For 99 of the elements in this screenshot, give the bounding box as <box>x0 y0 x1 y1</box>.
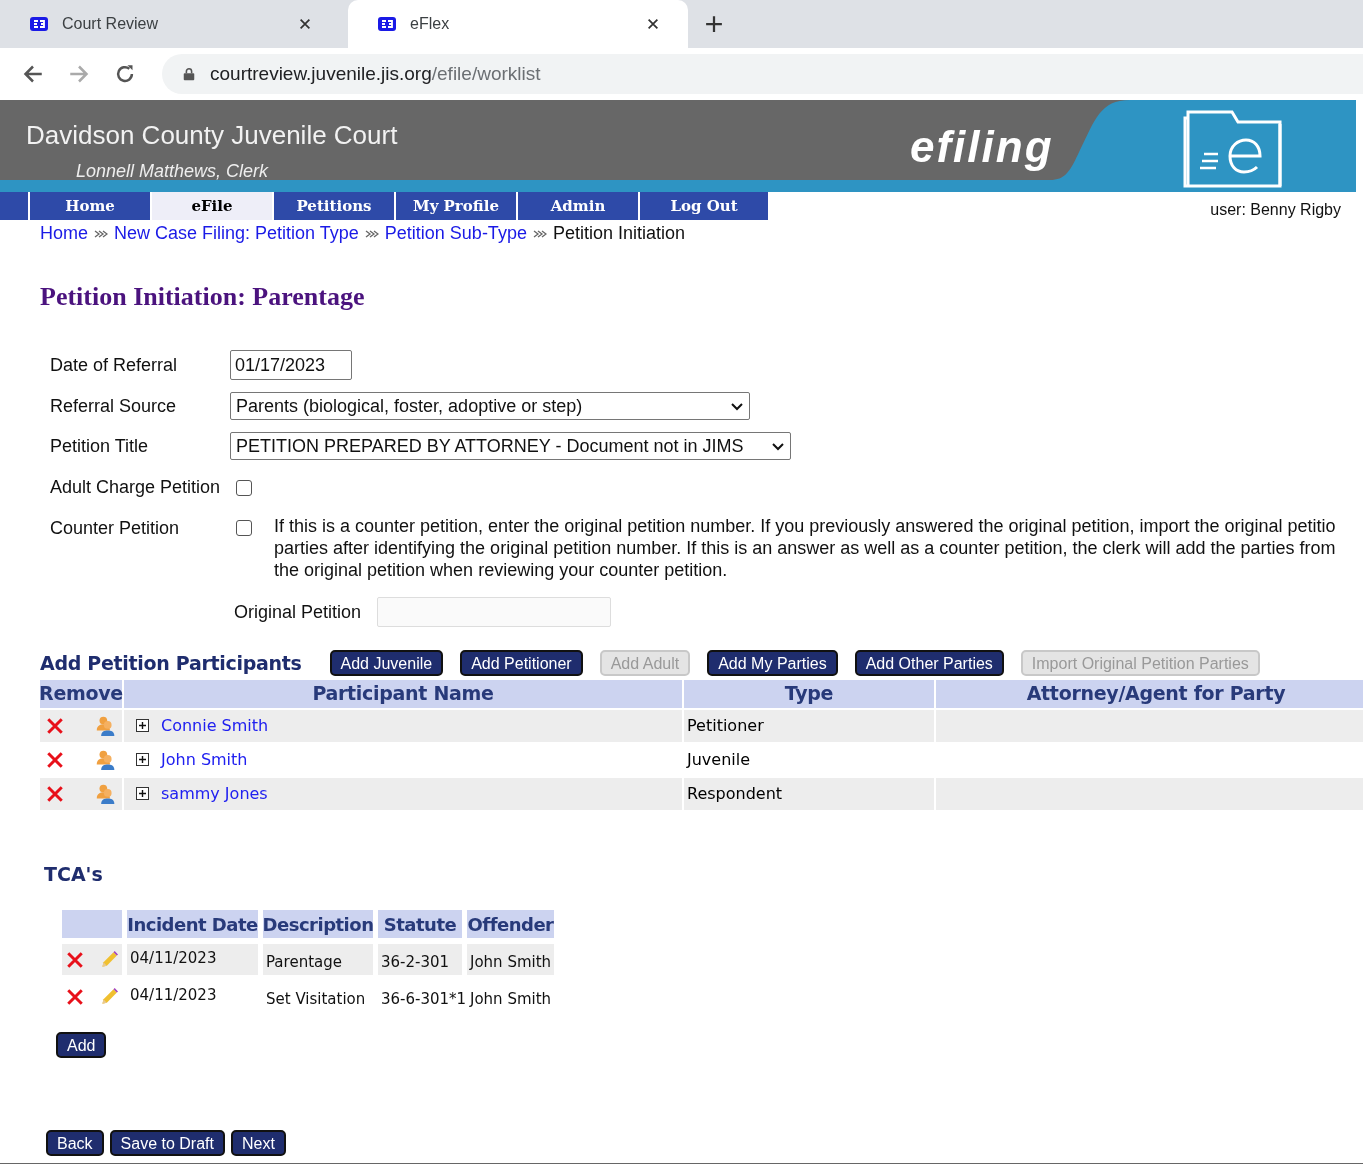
pencil-icon <box>99 987 118 1006</box>
field-label: Original Petition <box>234 600 362 624</box>
breadcrumb-current: Petition Initiation <box>552 222 685 245</box>
table-cell-text: Set Visitation <box>266 989 366 1011</box>
address-bar[interactable]: courtreview.juvenile.jis.org/efile/worklist <box>162 54 1363 94</box>
remove-button[interactable] <box>46 716 64 735</box>
people-icon <box>94 748 116 771</box>
close-icon <box>646 17 660 31</box>
date-field[interactable]: 01/17/2023 <box>230 350 352 380</box>
delete-icon <box>46 750 64 769</box>
breadcrumb-link[interactable]: Home <box>40 220 88 247</box>
party-button[interactable] <box>94 748 116 771</box>
column-header: Remove <box>40 679 122 708</box>
checkbox[interactable] <box>236 479 252 496</box>
delete-icon <box>46 716 64 735</box>
action-button[interactable]: Add My Parties <box>707 650 838 677</box>
folder-icon <box>1182 108 1284 188</box>
action-button[interactable]: Add Other Parties <box>854 650 1004 677</box>
column-header: Attorney/Agent for Party <box>936 679 1363 708</box>
nav-tab[interactable]: Petitions <box>274 192 396 220</box>
counter-petition-note: If this is a counter petition, enter the original petition number. If you previously answered the original petition, import the original petitio parties after identifying the original petition number. If this is an answer as well as a counter petition, the clerk will add the parties from the original petition when reviewing your counter petition. <box>274 515 1336 581</box>
party-button[interactable] <box>94 714 116 737</box>
chevron-icon <box>771 440 785 452</box>
clerk-name: Lonnell Matthews, Clerk <box>76 160 269 183</box>
nav-tab[interactable]: Admin <box>518 192 640 220</box>
table-cell-text: 36-2-301 <box>381 952 450 974</box>
url-text: courtreview.juvenile.jis.org/efile/worklist <box>210 61 541 86</box>
action-button[interactable]: Back <box>46 1130 104 1156</box>
delete-icon <box>66 950 84 969</box>
action-button[interactable]: Add <box>56 1032 107 1058</box>
field-label: Date of Referral <box>50 353 179 377</box>
party-button[interactable] <box>94 782 116 805</box>
remove-button[interactable] <box>46 784 64 803</box>
people-icon <box>94 714 116 737</box>
column-header: Incident Date <box>127 910 258 938</box>
efiling-logo-text: efiling <box>910 121 1054 173</box>
table-cell-text: 04/11/2023 <box>130 985 217 1006</box>
table-cell-text: Petitioner <box>687 714 764 737</box>
participant-link[interactable]: John Smith <box>161 747 248 772</box>
expand-button[interactable] <box>136 719 149 732</box>
table-cell-text: 36-6-301*1 <box>381 989 467 1011</box>
participant-link[interactable]: sammy Jones <box>161 781 268 806</box>
table-cell-text: John Smith <box>470 952 552 974</box>
tab-logo-icon <box>376 14 398 34</box>
table-cell-text: 04/11/2023 <box>130 948 217 969</box>
field-label: Adult Charge Petition <box>50 476 222 499</box>
action-button[interactable]: Save to Draft <box>109 1130 225 1156</box>
table-cell-text: Juvenile <box>687 748 751 771</box>
field-label: Counter Petition <box>50 517 181 540</box>
section-title: TCA's <box>44 861 103 887</box>
field-label: Petition Title <box>50 434 150 458</box>
chevron-icon <box>730 400 744 412</box>
nav-tab[interactable]: My Profile <box>396 192 518 220</box>
column-header: Description <box>263 910 373 938</box>
remove-button[interactable] <box>46 750 64 769</box>
reload-icon <box>115 64 135 84</box>
column-header: Offender <box>467 910 554 938</box>
column-header <box>62 910 122 938</box>
tab-logo-icon <box>28 14 50 34</box>
nav-tab[interactable]: Log Out <box>640 192 768 220</box>
delete-icon <box>66 987 84 1006</box>
action-button[interactable]: Add Juvenile <box>329 650 444 677</box>
plus-box-icon <box>136 753 149 766</box>
delete-icon <box>46 784 64 803</box>
breadcrumb-link[interactable]: New Case Filing: Petition Type <box>114 220 359 247</box>
people-icon <box>94 782 116 805</box>
plus-box-icon <box>136 719 149 732</box>
checkbox[interactable] <box>236 520 252 536</box>
column-header: Type <box>684 679 934 708</box>
pencil-icon <box>99 950 118 969</box>
lock-icon <box>182 66 196 82</box>
remove-button[interactable] <box>66 987 84 1006</box>
select-field[interactable]: Parents (biological, foster, adoptive or step) <box>230 392 750 420</box>
court-title: Davidson County Juvenile Court <box>26 119 398 152</box>
breadcrumb-link[interactable]: Petition Sub-Type <box>384 220 527 247</box>
page-heading: Petition Initiation: Parentage <box>39 281 366 313</box>
participant-link[interactable]: Connie Smith <box>161 713 269 738</box>
action-button[interactable]: Add Petitioner <box>460 650 583 677</box>
table-cell-text: Parentage <box>266 952 342 974</box>
user-label: user: Benny Rigby <box>1210 200 1341 220</box>
browser-tab[interactable]: eFlex <box>348 0 688 48</box>
back-icon <box>23 64 43 84</box>
action-button[interactable]: Next <box>230 1130 286 1156</box>
column-header: Participant Name <box>124 679 682 708</box>
table-cell-text: John Smith <box>470 989 552 1011</box>
column-header: Statute <box>378 910 462 938</box>
plus-box-icon <box>136 787 149 800</box>
section-title: Add Petition Participants <box>40 651 302 676</box>
expand-button[interactable] <box>136 753 149 766</box>
forward-icon <box>69 64 89 84</box>
original-petition-field[interactable] <box>377 597 612 627</box>
expand-button[interactable] <box>136 787 149 800</box>
table-cell-text: Respondent <box>687 782 783 805</box>
close-icon <box>298 17 312 31</box>
select-field[interactable]: PETITION PREPARED BY ATTORNEY - Document not in JIMS <box>230 432 791 460</box>
field-label: Referral Source <box>50 394 178 418</box>
nav-tab[interactable]: eFile <box>152 192 274 220</box>
plus-icon <box>705 15 723 33</box>
remove-button[interactable] <box>66 950 84 969</box>
